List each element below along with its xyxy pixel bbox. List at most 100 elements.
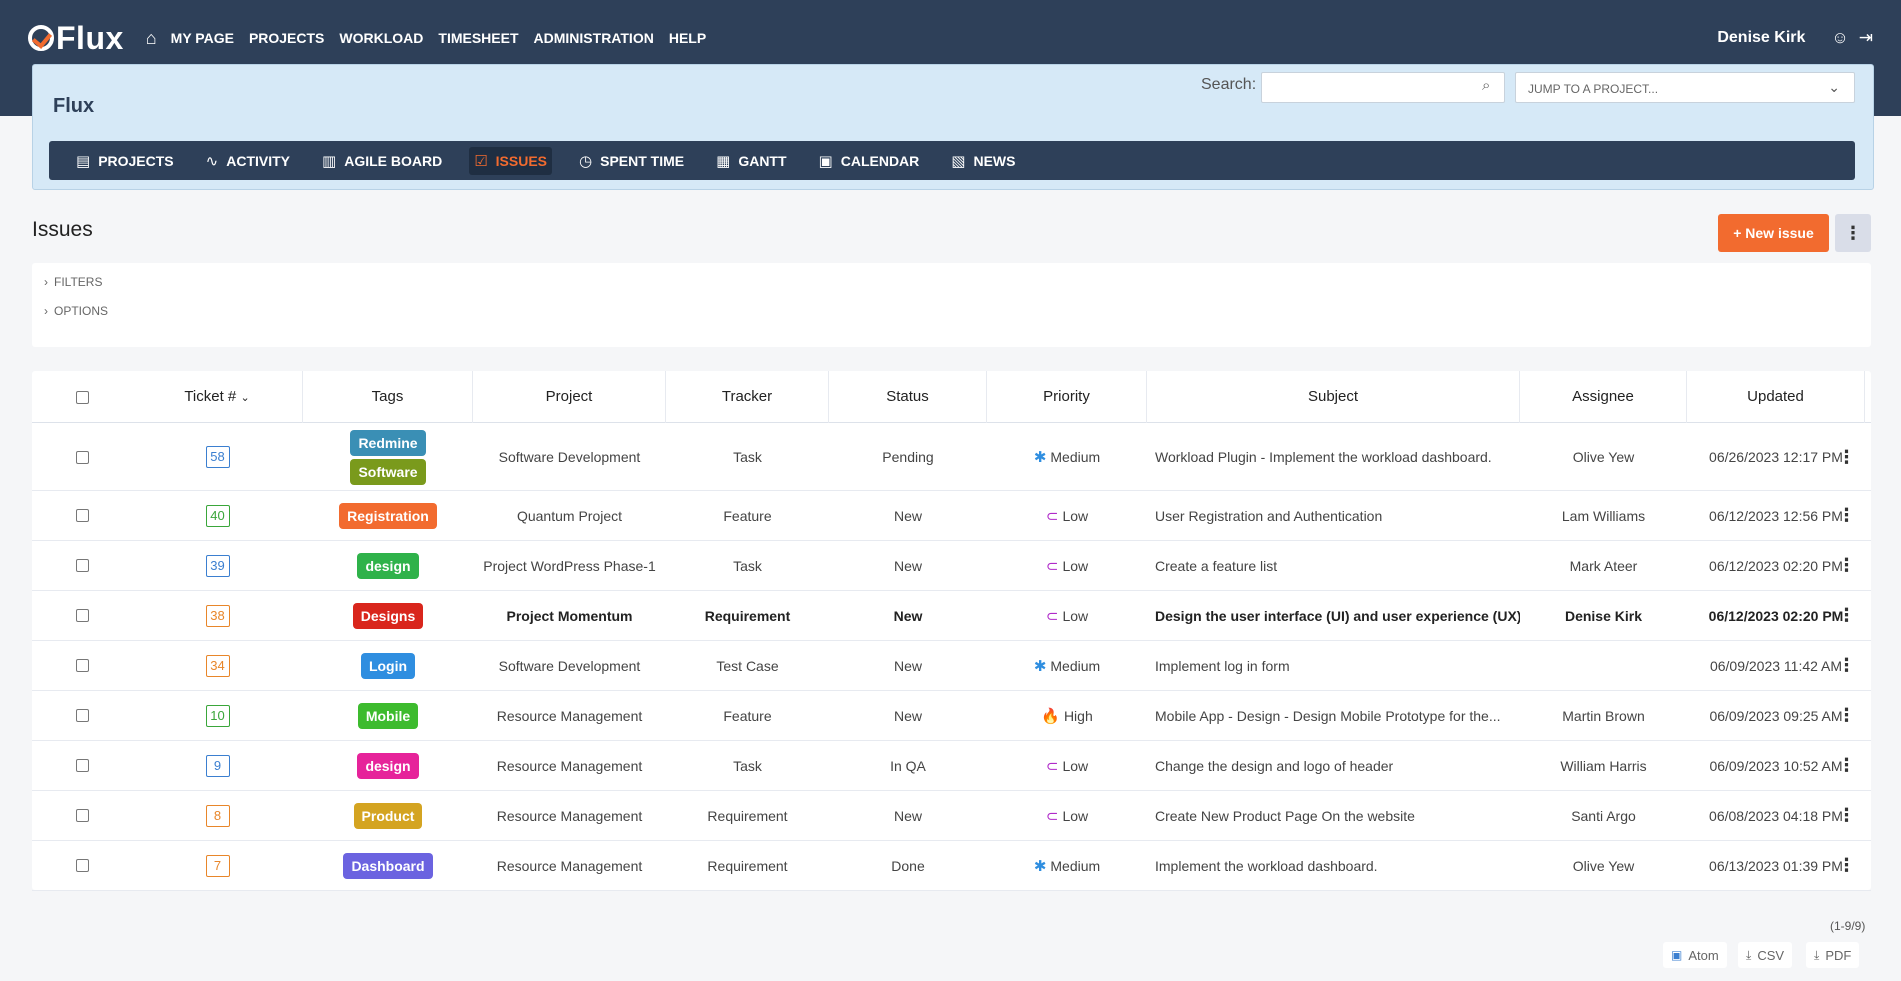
tag-badge[interactable]: Software <box>350 458 426 485</box>
select-all-checkbox[interactable] <box>75 390 89 404</box>
nav-help[interactable]: HELP <box>669 30 706 46</box>
tab-news[interactable]: ▧ NEWS <box>946 147 1020 175</box>
tab-issues[interactable]: ☑ ISSUES <box>469 146 553 175</box>
row-checkbox[interactable] <box>75 609 89 622</box>
subject-cell[interactable]: Change the design and logo of header <box>1147 741 1520 790</box>
row-menu-icon[interactable]: ⋮ <box>1838 447 1856 468</box>
row-checkbox[interactable] <box>75 450 89 464</box>
row-actions-cell: ⋮ <box>1822 641 1871 690</box>
project-cell: Resource Management <box>496 757 643 774</box>
app-logo[interactable]: Flux <box>28 20 124 57</box>
user-name[interactable]: Denise Kirk <box>1717 29 1805 47</box>
table-row[interactable]: 8 Product Resource Management Requirement Ne… <box>32 791 1871 841</box>
col-updated[interactable]: Updated <box>1687 371 1865 423</box>
row-menu-icon[interactable]: ⋮ <box>1838 855 1856 876</box>
tag-badge[interactable]: Login <box>360 652 416 679</box>
table-row[interactable]: 40 Registration Quantum Project Feature New ⊂… <box>32 491 1871 541</box>
row-checkbox[interactable] <box>75 759 89 772</box>
home-icon[interactable]: ⌂ <box>146 28 157 49</box>
table-row[interactable]: 58 Redmine Software Software Development Tas… <box>32 424 1871 491</box>
tracker-cell: Test Case <box>716 657 779 674</box>
ticket-number-link[interactable]: 38 <box>205 604 230 627</box>
ticket-number-link[interactable]: 7 <box>205 854 230 877</box>
row-checkbox[interactable] <box>75 659 89 672</box>
new-issue-button[interactable]: + New issue <box>1718 214 1829 252</box>
col-subject[interactable]: Subject <box>1147 371 1520 423</box>
ticket-number-link[interactable]: 8 <box>205 804 230 827</box>
col-status[interactable]: Status <box>829 371 987 423</box>
table-row[interactable]: 34 Login Software Development Test Case New ✱… <box>32 641 1871 691</box>
filters-toggle[interactable]: › FILTERS <box>44 275 102 289</box>
tab-agile-board[interactable]: ▥ AGILE BOARD <box>317 147 447 175</box>
ticket-number-link[interactable]: 58 <box>205 446 230 468</box>
tag-badge[interactable]: Designs <box>352 602 424 629</box>
col-priority[interactable]: Priority <box>987 371 1147 423</box>
subject-cell[interactable]: Design the user interface (UI) and user … <box>1147 591 1520 640</box>
subject-cell[interactable]: Workload Plugin - Implement the workload… <box>1147 424 1520 490</box>
ticket-number-link[interactable]: 34 <box>205 654 230 677</box>
search-input[interactable] <box>1261 72 1505 103</box>
tab-activity[interactable]: ∿ ACTIVITY <box>201 147 295 175</box>
export-csv-link[interactable]: ⤓ CSV <box>1738 942 1793 968</box>
table-row[interactable]: 7 Dashboard Resource Management Requirement… <box>32 841 1871 891</box>
more-actions-button[interactable]: ⋮ <box>1835 214 1871 252</box>
row-checkbox[interactable] <box>75 859 89 872</box>
table-row[interactable]: 10 Mobile Resource Management Feature New 🔥 Hi… <box>32 691 1871 741</box>
row-menu-icon[interactable]: ⋮ <box>1838 705 1856 726</box>
subject-cell[interactable]: Create New Product Page On the website <box>1147 791 1520 840</box>
row-checkbox[interactable] <box>75 559 89 572</box>
nav-my-page[interactable]: MY PAGE <box>171 30 234 46</box>
nav-workload[interactable]: WORKLOAD <box>339 30 423 46</box>
row-checkbox[interactable] <box>75 509 89 522</box>
row-menu-icon[interactable]: ⋮ <box>1838 655 1856 676</box>
col-assignee[interactable]: Assignee <box>1520 371 1687 423</box>
table-row[interactable]: 38 Designs Project Momentum Requirement New ⊂… <box>32 591 1871 641</box>
tag-badge[interactable]: Redmine <box>350 429 426 456</box>
logout-icon[interactable]: ⇥ <box>1859 28 1873 48</box>
row-menu-icon[interactable]: ⋮ <box>1838 805 1856 826</box>
subject-cell[interactable]: Mobile App - Design - Design Mobile Prot… <box>1147 691 1520 740</box>
col-tags[interactable]: Tags <box>303 371 473 423</box>
ticket-number-link[interactable]: 39 <box>205 554 230 577</box>
tag-badge[interactable]: Product <box>353 802 423 829</box>
tag-badge[interactable]: design <box>357 752 419 779</box>
ticket-number-link[interactable]: 40 <box>205 504 230 527</box>
subject-cell[interactable]: Implement the workload dashboard. <box>1147 841 1520 890</box>
tab-spent-time[interactable]: ◷ SPENT TIME <box>574 147 689 175</box>
tag-badge[interactable]: Mobile <box>357 702 419 729</box>
tag-badge[interactable]: Dashboard <box>343 852 433 879</box>
search-icon[interactable]: ⌕ <box>1482 77 1490 94</box>
tab-calendar[interactable]: ▣ CALENDAR <box>814 147 925 175</box>
pagination-count: (1-9/9) <box>1830 919 1866 933</box>
ticket-number-link[interactable]: 9 <box>205 754 230 777</box>
col-ticket[interactable]: Ticket # ⌄ <box>132 371 303 423</box>
jump-to-project-select[interactable]: JUMP TO A PROJECT... ⌄ <box>1515 72 1855 103</box>
nav-timesheet[interactable]: TIMESHEET <box>438 30 518 46</box>
options-toggle[interactable]: › OPTIONS <box>44 304 108 318</box>
col-project[interactable]: Project <box>473 371 666 423</box>
export-pdf-link[interactable]: ⤓ PDF <box>1806 942 1860 968</box>
tags-cell: Dashboard <box>303 841 473 890</box>
nav-administration[interactable]: ADMINISTRATION <box>534 30 654 46</box>
export-atom-link[interactable]: ▣ Atom <box>1663 942 1727 968</box>
tab-projects[interactable]: ▤ PROJECTS <box>71 147 179 175</box>
table-row[interactable]: 39 design Project WordPress Phase-1 Task New… <box>32 541 1871 591</box>
subject-cell[interactable]: Implement log in form <box>1147 641 1520 690</box>
nav-projects[interactable]: PROJECTS <box>249 30 324 46</box>
subject-cell[interactable]: User Registration and Authentication <box>1147 491 1520 540</box>
tag-badge[interactable]: design <box>357 552 419 579</box>
user-icon[interactable]: ☺ <box>1831 28 1848 48</box>
tab-gantt[interactable]: ▦ GANTT <box>711 147 791 175</box>
row-menu-icon[interactable]: ⋮ <box>1838 505 1856 526</box>
assignee-cell: Olive Yew <box>1572 857 1635 874</box>
row-checkbox[interactable] <box>75 709 89 722</box>
row-checkbox[interactable] <box>75 809 89 822</box>
subject-cell[interactable]: Create a feature list <box>1147 541 1520 590</box>
ticket-number-link[interactable]: 10 <box>205 704 230 727</box>
table-row[interactable]: 9 design Resource Management Task In QA ⊂ Low C… <box>32 741 1871 791</box>
tag-badge[interactable]: Registration <box>339 502 437 529</box>
col-tracker[interactable]: Tracker <box>666 371 829 423</box>
row-menu-icon[interactable]: ⋮ <box>1838 605 1856 626</box>
row-menu-icon[interactable]: ⋮ <box>1838 755 1856 776</box>
row-menu-icon[interactable]: ⋮ <box>1838 555 1856 576</box>
